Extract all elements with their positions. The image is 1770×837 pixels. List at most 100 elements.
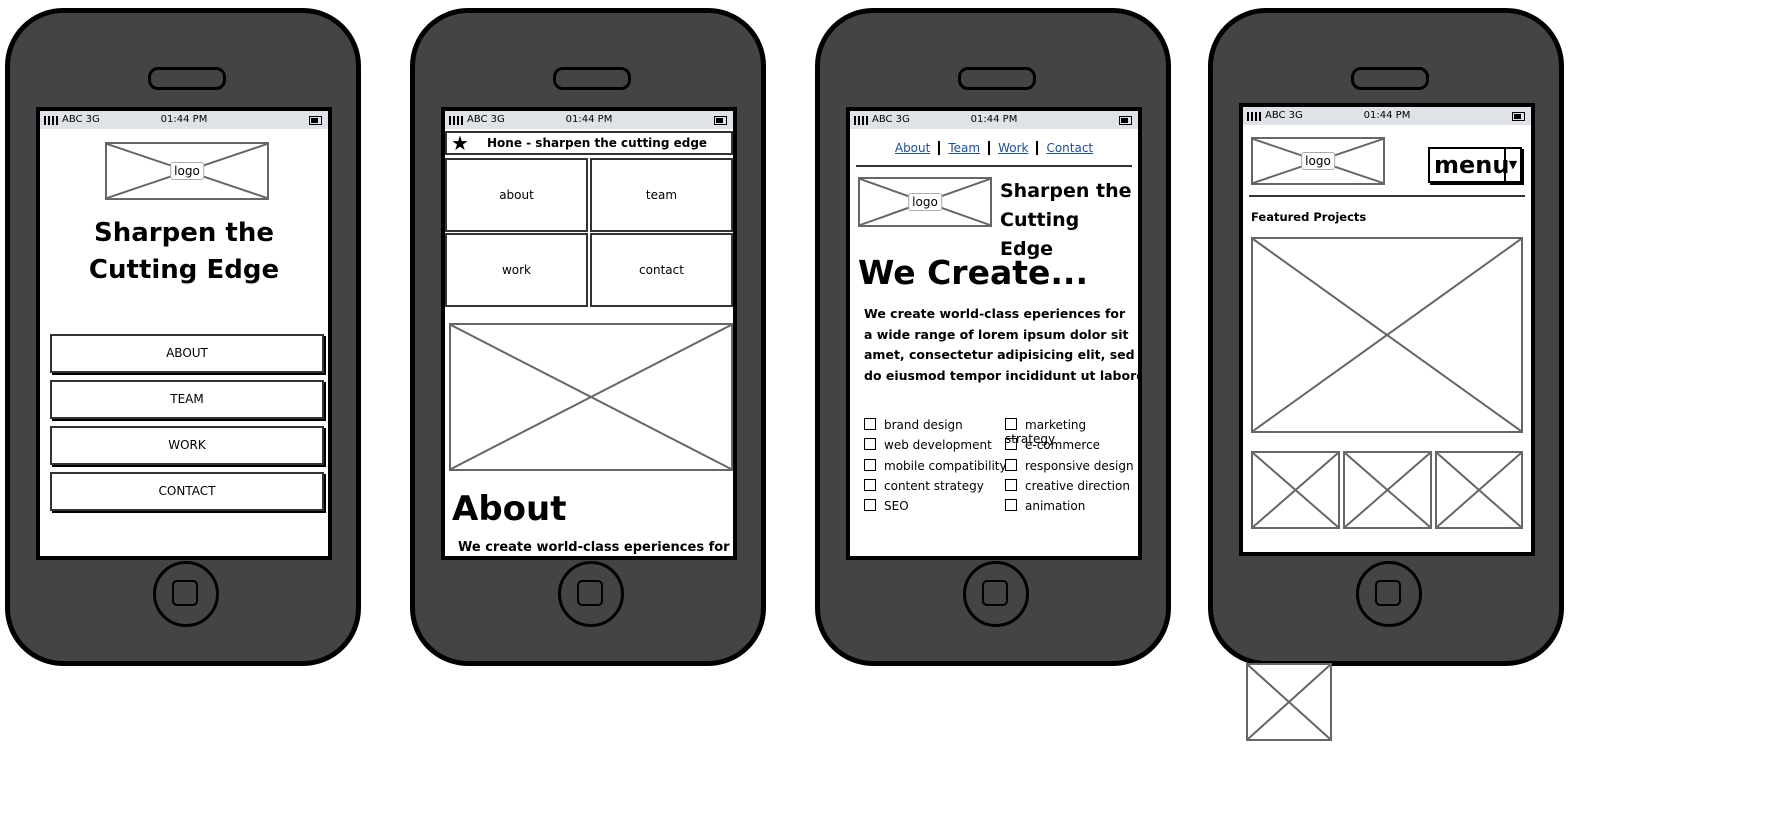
phone-mockup-3: ABC 3G 01:44 PM About Team Work Contact log…	[815, 8, 1171, 666]
checkbox-icon[interactable]	[864, 499, 876, 511]
speaker-grille	[958, 67, 1036, 90]
nav-divider	[856, 165, 1132, 167]
speaker-grille	[148, 67, 226, 90]
section-title: Featured Projects	[1251, 210, 1367, 224]
header-bar[interactable]: ★ Hone - sharpen the cutting edge	[445, 131, 733, 155]
checkbox-item[interactable]: content strategy	[864, 479, 984, 493]
phone-screen-2: ABC 3G 01:44 PM ★ Hone - sharpen the cut…	[441, 107, 737, 560]
checkbox-label: e-commerce	[1025, 438, 1101, 452]
page-title: Sharpen the Cutting Edge	[1000, 177, 1138, 264]
clock: 01:44 PM	[1363, 110, 1411, 121]
home-button	[1356, 561, 1422, 627]
checkbox-label: web development	[884, 438, 992, 452]
checkbox-item[interactable]: creative direction	[1005, 479, 1130, 493]
hero-image-placeholder	[449, 323, 733, 471]
phone-mockup-2: ABC 3G 01:44 PM ★ Hone - sharpen the cut…	[410, 8, 766, 666]
checkbox-icon[interactable]	[864, 418, 876, 430]
body-line: amet, consectetur adipisicing elit, sed	[864, 347, 1135, 362]
star-icon: ★	[451, 131, 469, 155]
status-bar: ABC 3G 01:44 PM	[445, 111, 733, 129]
team-button[interactable]: TEAM	[50, 380, 324, 419]
checkbox-label: brand design	[884, 418, 963, 432]
checkbox-icon[interactable]	[1005, 499, 1017, 511]
featured-image-placeholder[interactable]	[1251, 237, 1523, 433]
checkbox-label: content strategy	[884, 479, 984, 493]
contact-button[interactable]: CONTACT	[50, 472, 324, 511]
status-bar: ABC 3G 01:44 PM	[850, 111, 1138, 129]
phone-mockup-4: ABC 3G 01:44 PM logo menu ▼ Featured Pro…	[1208, 8, 1564, 666]
section-heading: About	[452, 489, 567, 529]
phone-screen-3: ABC 3G 01:44 PM About Team Work Contact log…	[846, 107, 1142, 560]
checkbox-label: mobile compatibility	[884, 459, 1007, 473]
section-heading: We Create...	[858, 253, 1089, 292]
title-line-1: Sharpen the	[1000, 180, 1132, 202]
phone-screen-4: ABC 3G 01:44 PM logo menu ▼ Featured Pro…	[1239, 103, 1535, 556]
checkbox-label: SEO	[884, 499, 909, 513]
logo-placeholder: logo	[1251, 137, 1385, 185]
header-title: Hone - sharpen the cutting edge	[487, 136, 708, 150]
speaker-grille	[1351, 67, 1429, 90]
checkbox-item[interactable]: SEO	[864, 499, 909, 513]
tile-team[interactable]: team	[590, 158, 733, 232]
clock: 01:44 PM	[160, 114, 208, 125]
speaker-grille	[553, 67, 631, 90]
checkbox-label: responsive design	[1025, 459, 1134, 473]
logo-placeholder: logo	[105, 142, 269, 200]
about-button[interactable]: ABOUT	[50, 334, 324, 373]
section-body: We create world-class eperiences for	[458, 540, 730, 555]
battery-icon	[309, 116, 322, 125]
home-button	[558, 561, 624, 627]
nav-link-team[interactable]: Team	[940, 141, 991, 155]
header-divider	[1249, 195, 1525, 197]
tile-work[interactable]: work	[445, 233, 588, 307]
checkbox-icon[interactable]	[1005, 459, 1017, 471]
battery-icon	[1119, 116, 1132, 125]
battery-icon	[1512, 112, 1525, 121]
logo-label: logo	[170, 162, 204, 180]
clock: 01:44 PM	[565, 114, 613, 125]
checkbox-item[interactable]: web development	[864, 438, 992, 452]
checkbox-icon[interactable]	[864, 438, 876, 450]
nav-link-work[interactable]: Work	[990, 141, 1039, 155]
chevron-down-icon: ▼	[1504, 149, 1520, 181]
checkbox-label: animation	[1025, 499, 1086, 513]
logo-label: logo	[1301, 152, 1335, 170]
logo-label: logo	[908, 193, 942, 211]
checkbox-item[interactable]: animation	[1005, 499, 1085, 513]
checkbox-item[interactable]: e-commerce	[1005, 438, 1100, 452]
nav-link-about[interactable]: About	[886, 141, 941, 155]
checkbox-icon[interactable]	[864, 459, 876, 471]
checkbox-icon[interactable]	[1005, 418, 1017, 430]
checkbox-icon[interactable]	[864, 479, 876, 491]
nav-link-contact[interactable]: Contact	[1038, 141, 1101, 155]
title-line-2: Cutting Edge	[88, 255, 280, 285]
tile-contact[interactable]: contact	[590, 233, 733, 307]
menu-dropdown[interactable]: menu ▼	[1428, 147, 1522, 183]
checkbox-label: creative direction	[1025, 479, 1130, 493]
menu-label: menu	[1434, 151, 1510, 179]
top-nav: About Team Work Contact	[850, 141, 1138, 155]
phone-screen-1: ABC 3G 01:44 PM logo Sharpen the Cutting…	[36, 107, 332, 560]
clock: 01:44 PM	[970, 114, 1018, 125]
work-button[interactable]: WORK	[50, 426, 324, 465]
thumbnail-placeholder[interactable]	[1251, 451, 1340, 529]
page-title: Sharpen the Cutting Edge	[40, 215, 328, 289]
phone-mockup-1: ABC 3G 01:44 PM logo Sharpen the Cutting…	[5, 8, 361, 666]
tile-about[interactable]: about	[445, 158, 588, 232]
thumbnail-placeholder[interactable]	[1435, 451, 1523, 529]
body-line: We create world-class eperiences for	[864, 306, 1126, 321]
body-line: a wide range of lorem ipsum dolor sit	[864, 326, 1129, 342]
logo-placeholder: logo	[858, 177, 992, 227]
checkbox-item[interactable]: responsive design	[1005, 459, 1134, 473]
checkbox-item[interactable]: brand design	[864, 418, 963, 432]
thumbnail-placeholder[interactable]	[1343, 451, 1432, 529]
status-bar: ABC 3G 01:44 PM	[1243, 107, 1531, 125]
checkbox-icon[interactable]	[1005, 438, 1017, 450]
title-line-1: Sharpen the	[94, 218, 274, 248]
checkbox-icon[interactable]	[1005, 479, 1017, 491]
status-bar: ABC 3G 01:44 PM	[40, 111, 328, 129]
battery-icon	[714, 116, 727, 125]
home-button	[153, 561, 219, 627]
section-body: We create world-class eperiences for a w…	[864, 304, 1138, 386]
checkbox-item[interactable]: mobile compatibility	[864, 459, 1007, 473]
